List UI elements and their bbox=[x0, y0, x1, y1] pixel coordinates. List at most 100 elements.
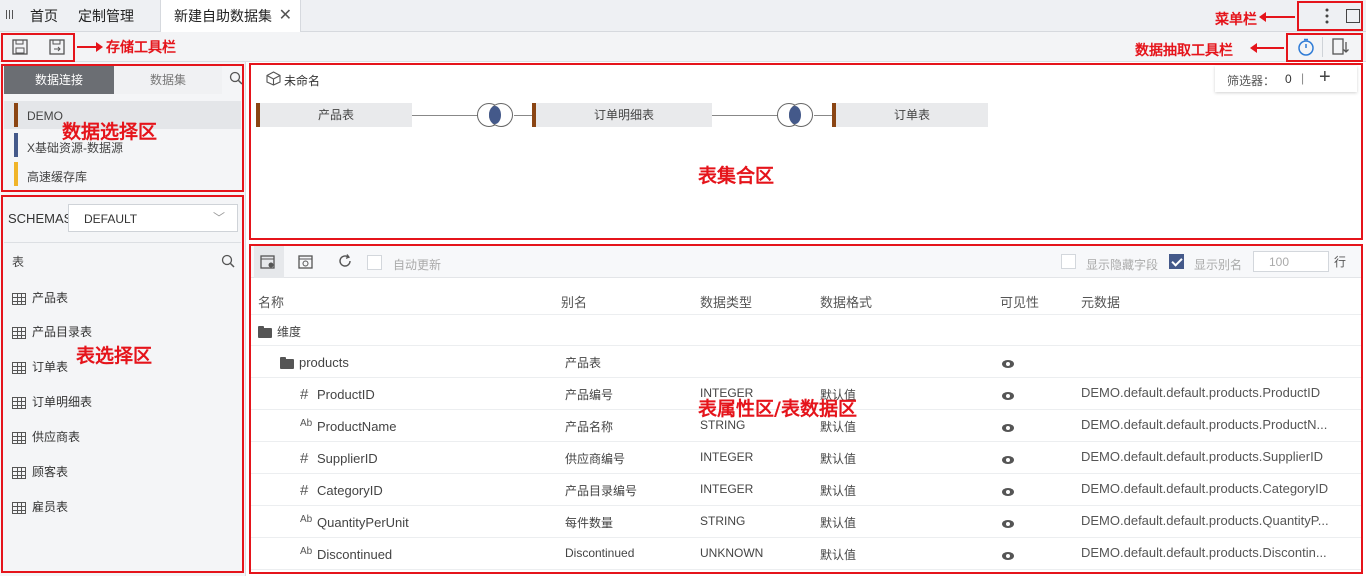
show-hidden-label: 显示隐藏字段 bbox=[1086, 258, 1159, 272]
close-icon[interactable]: ✕ bbox=[279, 0, 292, 32]
field-alias[interactable]: 产品名称 bbox=[565, 418, 613, 435]
eye-icon[interactable] bbox=[1002, 360, 1014, 368]
add-filter-button[interactable]: + bbox=[1319, 66, 1331, 89]
row-divider bbox=[251, 537, 1363, 538]
row-divider bbox=[251, 505, 1363, 506]
subtab-dataset[interactable]: 数据集 bbox=[114, 66, 222, 94]
col-header-format[interactable]: 数据格式 bbox=[820, 292, 872, 311]
properties-view-icon[interactable] bbox=[260, 254, 276, 273]
table-item[interactable]: 雇员表 bbox=[12, 498, 68, 514]
table-icon bbox=[12, 431, 26, 444]
show-hidden-checkbox[interactable] bbox=[1061, 254, 1076, 269]
tab-new-dataset[interactable]: 新建自助数据集 ✕ bbox=[160, 0, 301, 33]
field-type[interactable]: STRING bbox=[700, 514, 745, 528]
field-format[interactable]: 默认值 bbox=[820, 482, 856, 499]
data-preview-icon[interactable] bbox=[298, 254, 314, 273]
col-header-type[interactable]: 数据类型 bbox=[700, 292, 752, 311]
number-type-icon: # bbox=[300, 450, 309, 467]
field-alias[interactable]: 产品目录编号 bbox=[565, 482, 637, 499]
table-item[interactable]: 顾客表 bbox=[12, 463, 68, 479]
field-name[interactable]: CategoryID bbox=[317, 483, 383, 498]
table-node[interactable]: 订单表 bbox=[832, 103, 988, 127]
field-alias[interactable]: 产品编号 bbox=[565, 386, 613, 403]
save-icon[interactable] bbox=[12, 39, 28, 58]
conn-color-bar bbox=[14, 103, 18, 127]
join-line bbox=[514, 115, 532, 116]
field-type[interactable]: INTEGER bbox=[700, 482, 753, 496]
text-type-icon: Ab bbox=[300, 514, 313, 525]
table-search-icon[interactable] bbox=[221, 254, 235, 271]
refresh-icon[interactable] bbox=[337, 253, 353, 272]
tab-home[interactable]: 首页 bbox=[30, 0, 58, 32]
schema-select[interactable]: DEFAULT ﹀ bbox=[68, 204, 238, 232]
conn-item-cache[interactable]: 高速缓存库 bbox=[27, 168, 87, 185]
col-header-alias[interactable]: 别名 bbox=[561, 292, 587, 311]
dimension-row[interactable]: 维度 bbox=[258, 323, 301, 340]
field-format[interactable]: 默认值 bbox=[820, 450, 856, 467]
join-icon[interactable] bbox=[777, 103, 815, 127]
search-icon[interactable] bbox=[229, 71, 243, 88]
field-name[interactable]: Discontinued bbox=[317, 547, 392, 562]
table-node[interactable]: 订单明细表 bbox=[532, 103, 712, 127]
annotation-table-select: 表选择区 bbox=[76, 345, 153, 367]
join-icon[interactable] bbox=[477, 103, 515, 127]
table-item[interactable]: 供应商表 bbox=[12, 428, 80, 444]
save-as-icon[interactable] bbox=[49, 39, 65, 58]
maximize-icon[interactable] bbox=[1346, 9, 1360, 23]
tab-custom-manage[interactable]: 定制管理 bbox=[78, 0, 134, 32]
auto-update-checkbox[interactable] bbox=[367, 255, 382, 270]
table-item[interactable]: 订单明细表 bbox=[12, 393, 92, 409]
eye-icon[interactable] bbox=[1002, 488, 1014, 496]
field-name[interactable]: SupplierID bbox=[317, 451, 378, 466]
eye-icon[interactable] bbox=[1002, 456, 1014, 464]
dataset-name[interactable]: 未命名 bbox=[284, 72, 320, 89]
extract-download-icon[interactable] bbox=[1332, 38, 1350, 59]
schemas-label: SCHEMAS bbox=[8, 211, 73, 226]
properties-toolbar: 自动更新 显示隐藏字段 显示别名 100 行 bbox=[251, 246, 1363, 278]
table-node[interactable]: 产品表 bbox=[256, 103, 412, 127]
more-vertical-icon[interactable] bbox=[1325, 7, 1329, 25]
table-icon bbox=[12, 292, 26, 305]
folder-row[interactable]: products bbox=[280, 355, 349, 370]
table-item[interactable]: 订单表 bbox=[12, 358, 68, 374]
join-line bbox=[412, 115, 478, 116]
col-header-visibility[interactable]: 可见性 bbox=[1000, 292, 1039, 311]
eye-icon[interactable] bbox=[1002, 424, 1014, 432]
field-type[interactable]: INTEGER bbox=[700, 450, 753, 464]
table-item[interactable]: 产品表 bbox=[12, 289, 68, 305]
annotation-arrow bbox=[77, 42, 103, 52]
eye-icon[interactable] bbox=[1002, 520, 1014, 528]
table-item[interactable]: 产品目录表 bbox=[12, 323, 92, 339]
conn-item-demo[interactable]: DEMO bbox=[27, 109, 63, 123]
col-header-metadata[interactable]: 元数据 bbox=[1081, 292, 1120, 311]
folder-icon bbox=[280, 356, 294, 369]
rows-input[interactable]: 100 bbox=[1253, 251, 1329, 272]
row-divider bbox=[251, 473, 1363, 474]
eye-icon[interactable] bbox=[1002, 392, 1014, 400]
annotation-arrow bbox=[1259, 12, 1295, 22]
field-metadata: DEMO.default.default.products.CategoryID bbox=[1081, 481, 1329, 496]
field-name[interactable]: ProductName bbox=[317, 419, 396, 434]
field-format[interactable]: 默认值 bbox=[820, 546, 856, 563]
col-header-name[interactable]: 名称 bbox=[258, 292, 284, 311]
field-format[interactable]: 默认值 bbox=[820, 514, 856, 531]
folder-alias[interactable]: 产品表 bbox=[565, 354, 601, 371]
field-name[interactable]: ProductID bbox=[317, 387, 375, 402]
toolbar-divider bbox=[1322, 37, 1323, 57]
top-tab-bar: 首页 定制管理 新建自助数据集 ✕ bbox=[0, 0, 1366, 33]
field-type[interactable]: UNKNOWN bbox=[700, 546, 763, 560]
show-alias-checkbox[interactable] bbox=[1169, 254, 1184, 269]
field-alias[interactable]: 每件数量 bbox=[565, 514, 613, 531]
filter-panel: 筛选器： 0 | + bbox=[1215, 66, 1357, 92]
filter-label: 筛选器： bbox=[1227, 74, 1276, 88]
rows-input-value: 100 bbox=[1269, 255, 1290, 269]
timer-icon[interactable] bbox=[1297, 38, 1315, 59]
field-alias[interactable]: Discontinued bbox=[565, 546, 634, 560]
eye-icon[interactable] bbox=[1002, 552, 1014, 560]
field-name[interactable]: QuantityPerUnit bbox=[317, 515, 409, 530]
grip-icon[interactable] bbox=[6, 8, 16, 22]
field-alias[interactable]: 供应商编号 bbox=[565, 450, 625, 467]
table-item-label: 产品表 bbox=[32, 291, 69, 305]
auto-update-label: 自动更新 bbox=[393, 258, 442, 272]
subtab-data-connection[interactable]: 数据连接 bbox=[4, 66, 114, 94]
